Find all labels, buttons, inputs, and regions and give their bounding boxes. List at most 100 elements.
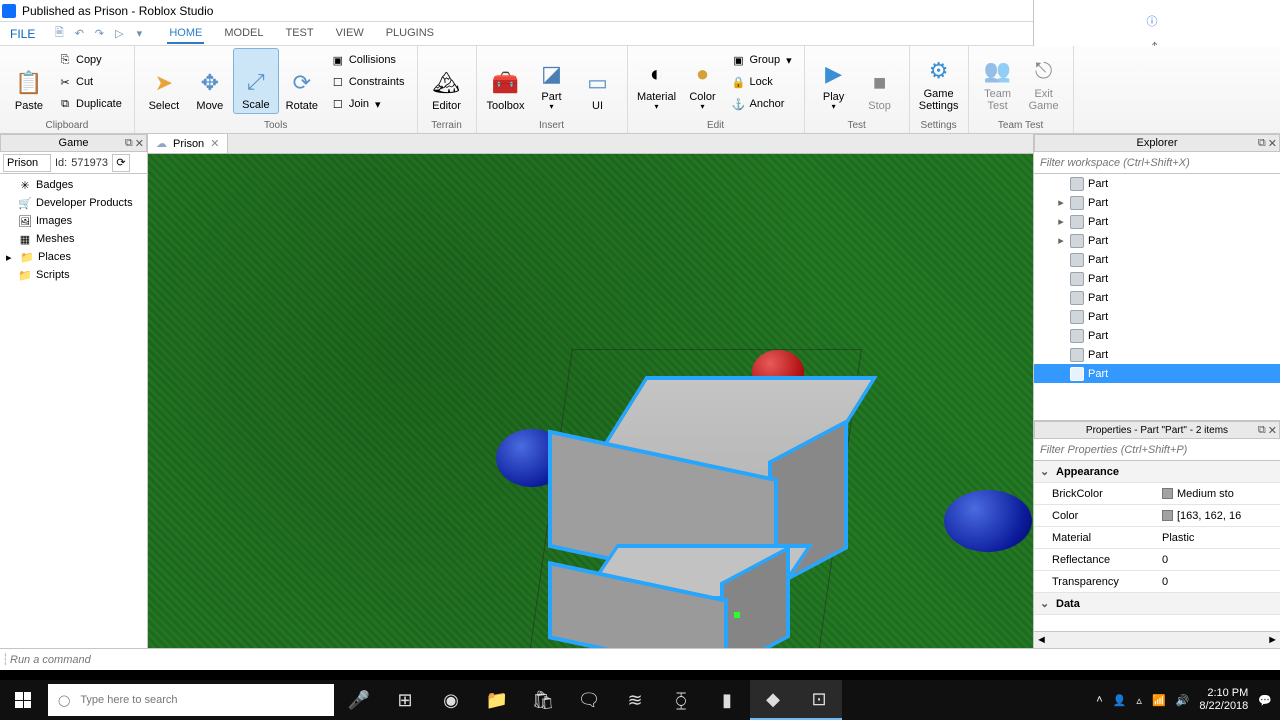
taskbar-vscode-icon[interactable]: ≋ [612, 680, 658, 720]
qat-undo-icon[interactable]: ↶ [71, 26, 87, 42]
explorer-item[interactable]: Part [1034, 364, 1280, 383]
viewport-3d[interactable] [148, 154, 1033, 648]
explorer-filter[interactable] [1034, 152, 1280, 173]
color-button[interactable]: ●Color▾ [680, 48, 726, 114]
tray-volume-icon[interactable]: 🔊 [1176, 694, 1190, 707]
undock-icon[interactable]: ⧉ [1258, 424, 1266, 437]
tab-home[interactable]: HOME [167, 24, 204, 44]
move-button[interactable]: ✥Move [187, 48, 233, 114]
info-icon[interactable]: ⓘ [1147, 13, 1158, 29]
part-button[interactable]: ◪Part▾ [529, 48, 575, 114]
explorer-item[interactable]: ▸Part [1034, 212, 1280, 231]
taskbar-search[interactable]: ◯Type here to search [48, 684, 334, 716]
constraints-toggle[interactable]: ☐Constraints [329, 72, 407, 92]
explorer-item[interactable]: Part [1034, 174, 1280, 193]
rotate-button[interactable]: ⟳Rotate [279, 48, 325, 114]
explorer-item[interactable]: Part [1034, 307, 1280, 326]
explorer-item[interactable]: Part [1034, 269, 1280, 288]
asset-item[interactable]: ✳Badges [0, 176, 147, 194]
qat-dropdown-icon[interactable]: ▾ [131, 26, 147, 42]
qat-redo-icon[interactable]: ↷ [91, 26, 107, 42]
tab-view[interactable]: VIEW [334, 24, 366, 44]
asset-item[interactable]: ▦Meshes [0, 230, 147, 248]
game-name-input[interactable] [3, 154, 51, 172]
join-toggle[interactable]: ☐Join▾ [329, 94, 407, 114]
start-button[interactable] [0, 680, 46, 720]
property-row[interactable]: Color[163, 162, 16 [1034, 505, 1280, 527]
undock-icon[interactable]: ⧉ [125, 137, 133, 150]
close-tab-icon[interactable]: ✕ [210, 137, 219, 150]
tray-network-icon[interactable]: ▵ [1136, 694, 1142, 707]
material-button[interactable]: ◐Material▾ [634, 48, 680, 114]
taskbar-app2-icon[interactable]: ▮ [704, 680, 750, 720]
lock-button[interactable]: 🔒Lock [730, 72, 794, 92]
explorer-item[interactable]: Part [1034, 288, 1280, 307]
exit-game-button[interactable]: ⎋Exit Game [1021, 48, 1067, 114]
game-settings-button[interactable]: ⚙Game Settings [916, 48, 962, 114]
properties-scrollbar[interactable]: ◄► [1034, 631, 1280, 648]
tab-model[interactable]: MODEL [222, 24, 265, 44]
properties-filter[interactable] [1034, 439, 1280, 460]
doc-tab-prison[interactable]: ☁ Prison ✕ [148, 134, 228, 153]
explorer-item[interactable]: Part [1034, 250, 1280, 269]
section-data[interactable]: ⌄Data [1034, 593, 1280, 615]
play-button[interactable]: ▶Play▾ [811, 48, 857, 114]
taskbar-roblox-icon[interactable]: ◆ [750, 680, 796, 720]
help-icon[interactable]: ˆ [1150, 0, 1154, 3]
copy-button[interactable]: ⎘Copy [56, 50, 124, 70]
explorer-item[interactable]: Part [1034, 326, 1280, 345]
cut-button[interactable]: ✂Cut [56, 72, 124, 92]
tray-wifi-icon[interactable]: 📶 [1152, 694, 1166, 707]
quick-access-toolbar: 🗎 ↶ ↷ ▷ ▾ [47, 26, 151, 42]
property-row[interactable]: Reflectance0 [1034, 549, 1280, 571]
property-row[interactable]: MaterialPlastic [1034, 527, 1280, 549]
collisions-toggle[interactable]: ▣Collisions [329, 50, 407, 70]
close-panel-icon[interactable]: ✕ [135, 137, 144, 150]
asset-item[interactable]: 🛒Developer Products [0, 194, 147, 212]
ui-button[interactable]: ▭UI [575, 48, 621, 114]
cortana-mic-icon[interactable]: 🎤 [336, 680, 382, 720]
tray-up-icon[interactable]: ˄ [1096, 694, 1102, 706]
duplicate-button[interactable]: ⧉Duplicate [56, 94, 124, 114]
asset-item[interactable]: 🖼Images [0, 212, 147, 230]
taskbar-discord-icon[interactable]: 🗨 [566, 680, 612, 720]
paste-button[interactable]: 📋Paste [6, 48, 52, 114]
explorer-item[interactable]: Part [1034, 345, 1280, 364]
property-row[interactable]: Transparency0 [1034, 571, 1280, 593]
command-input[interactable] [6, 649, 1280, 670]
qat-new-icon[interactable]: 🗎 [51, 26, 67, 42]
tray-people-icon[interactable]: 👤 [1113, 694, 1127, 707]
qat-play-icon[interactable]: ▷ [111, 26, 127, 42]
section-appearance[interactable]: ⌄Appearance [1034, 461, 1280, 483]
explorer-item[interactable]: ▸Part [1034, 231, 1280, 250]
group-button[interactable]: ▣Group▾ [730, 50, 794, 70]
taskbar-clock[interactable]: 2:10 PM8/22/2018 [1199, 687, 1248, 713]
tab-plugins[interactable]: PLUGINS [384, 24, 436, 44]
reload-button[interactable]: ⟳ [112, 154, 130, 172]
system-tray[interactable]: ˄ 👤 ▵ 📶 🔊 2:10 PM8/22/2018 💬 [1088, 687, 1280, 713]
file-menu[interactable]: FILE [0, 27, 45, 41]
toolbox-button[interactable]: 🧰Toolbox [483, 48, 529, 114]
close-panel-icon[interactable]: ✕ [1268, 137, 1277, 150]
team-test-button[interactable]: 👥Team Test [975, 48, 1021, 114]
explorer-item[interactable]: ▸Part [1034, 193, 1280, 212]
taskbar-explorer-icon[interactable]: 📁 [474, 680, 520, 720]
property-row[interactable]: BrickColorMedium sto [1034, 483, 1280, 505]
terrain-editor-button[interactable]: 🏔Editor [424, 48, 470, 114]
close-panel-icon[interactable]: ✕ [1268, 424, 1277, 437]
taskbar-app1-icon[interactable]: ⧲ [658, 680, 704, 720]
asset-item[interactable]: 📁Scripts [0, 266, 147, 284]
task-view-icon[interactable]: ⊞ [382, 680, 428, 720]
undock-icon[interactable]: ⧉ [1258, 137, 1266, 150]
asset-item[interactable]: ▸📁Places [0, 248, 147, 266]
taskbar-obs-icon[interactable]: ⊡ [796, 680, 842, 720]
select-button[interactable]: ➤Select [141, 48, 187, 114]
tray-notifications-icon[interactable]: 💬 [1258, 694, 1272, 707]
taskbar-store-icon[interactable]: 🛍 [520, 680, 566, 720]
stop-button[interactable]: ■Stop [857, 48, 903, 114]
scale-handle-green[interactable] [734, 612, 740, 618]
tab-test[interactable]: TEST [283, 24, 315, 44]
scale-button[interactable]: ⤢Scale [233, 48, 279, 114]
anchor-button[interactable]: ⚓Anchor [730, 94, 794, 114]
taskbar-chrome-icon[interactable]: ◉ [428, 680, 474, 720]
